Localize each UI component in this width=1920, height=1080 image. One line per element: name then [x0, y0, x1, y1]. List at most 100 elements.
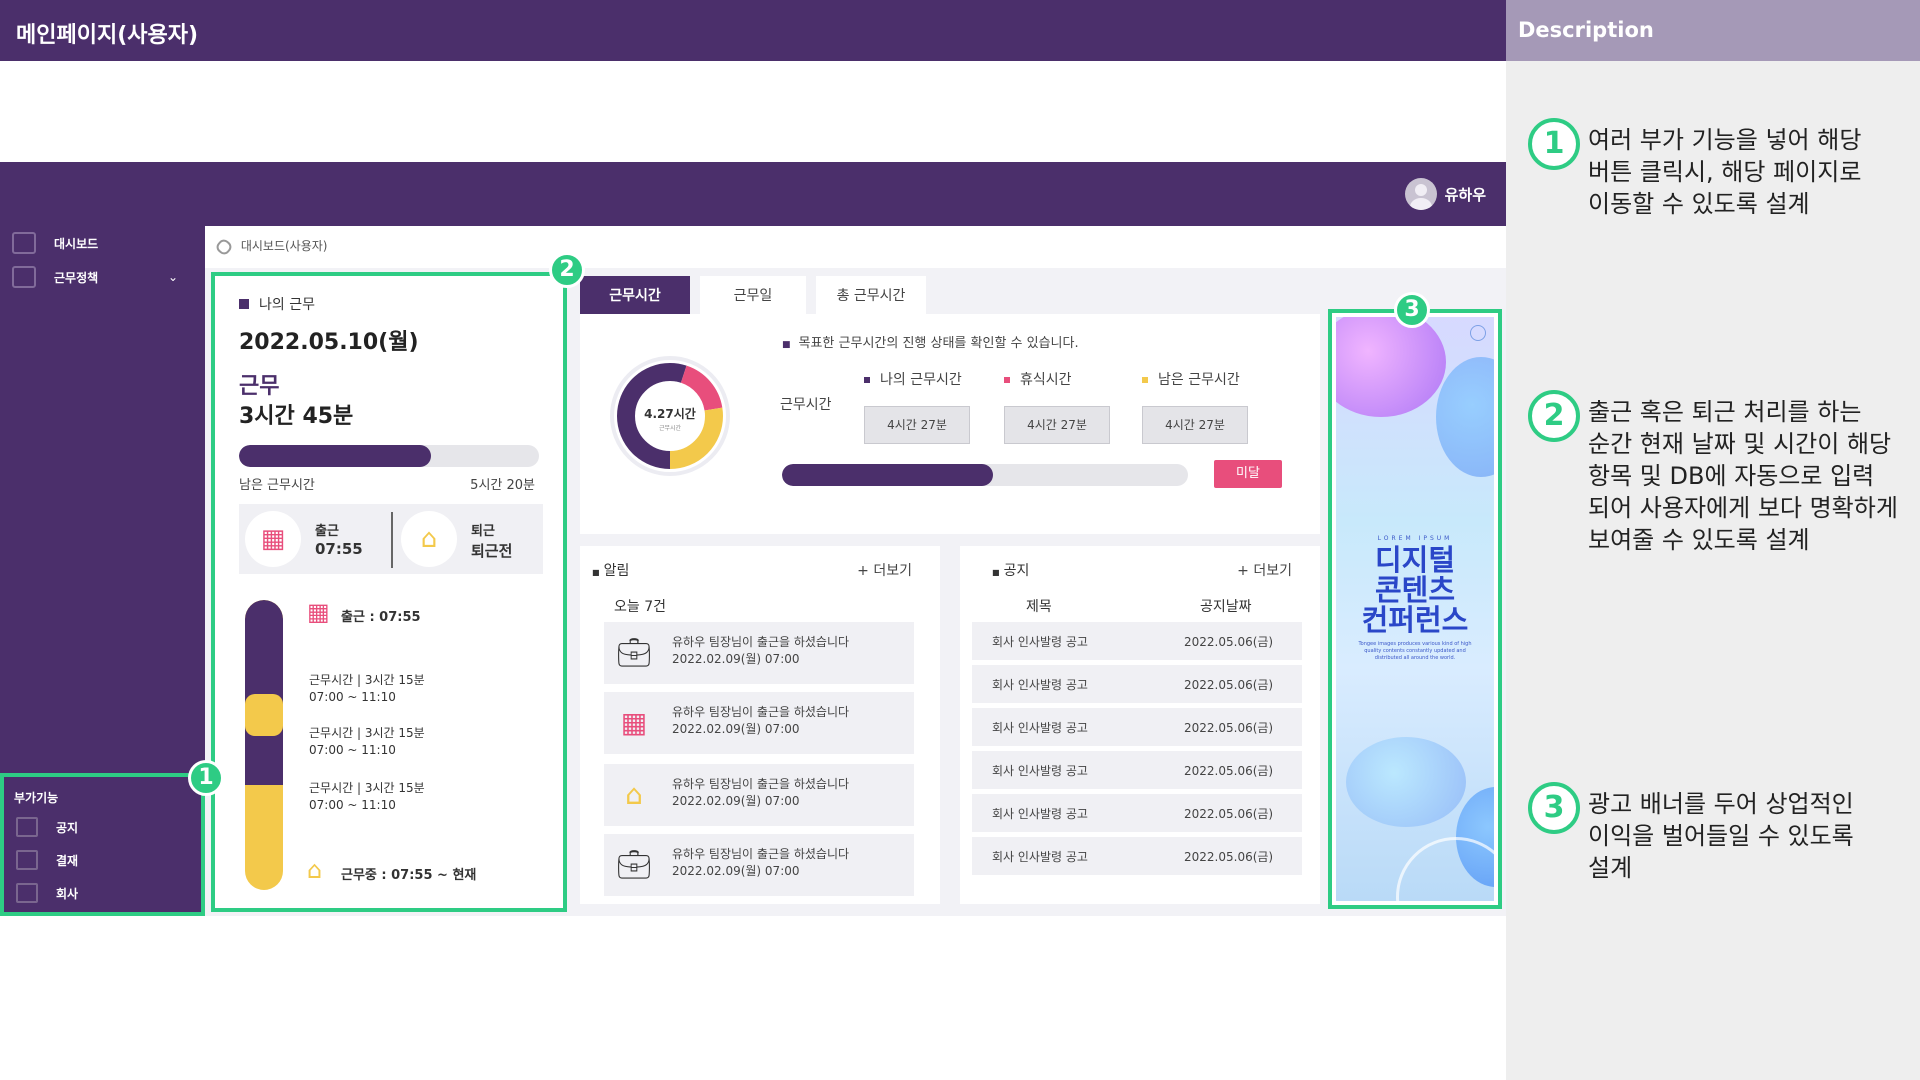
check-in-time: 07:55 — [315, 540, 363, 558]
notice-title: 회사 인사발령 공고 — [992, 764, 1088, 778]
table-row[interactable]: 회사 인사발령 공고 2022.05.06(금) — [972, 622, 1302, 660]
timeline-entry: 근무시간 | 3시간 15분 07:00 ~ 11:10 — [309, 780, 425, 814]
building-icon: ▦ — [307, 598, 330, 626]
check-in-label: 출근 — [315, 524, 339, 539]
building-icon: ▦ — [620, 706, 648, 739]
user-menu[interactable]: 유하우 — [1404, 178, 1486, 210]
clip-icon — [12, 232, 36, 254]
timeline-current: 근무중 : 07:55 ~ 현재 — [341, 868, 477, 883]
my-work-status: 근무 — [239, 374, 280, 399]
notice-title: 회사 인사발령 공고 — [992, 721, 1088, 735]
briefcase-icon: 💼︎ — [616, 848, 652, 881]
notices-more-link[interactable]: + 더보기 — [1237, 560, 1292, 580]
alerts-today-count: 오늘 7건 — [614, 599, 666, 615]
ad-title: 디지털 콘텐츠 컨퍼런스 — [1361, 543, 1469, 637]
my-work-time-value: 4시간 27분 — [864, 406, 970, 444]
slide-header: 메인페이지(사용자) — [0, 0, 1506, 61]
timeline-entry-range: 07:00 ~ 11:10 — [309, 798, 396, 812]
breadcrumb-text: 대시보드(사용자) — [240, 239, 328, 253]
app-topbar: 유하우 — [0, 162, 1506, 226]
donut-label: 근무시간 — [659, 424, 682, 432]
my-work-card: 나의 근무 2022.05.10(월) 근무 3시간 45분 남은 근무시간 5… — [211, 272, 567, 912]
description-text-1: 여러 부가 기능을 넣어 해당 버튼 클릭시, 해당 페이지로 이동할 수 있도… — [1588, 126, 1862, 218]
alerts-title: 알림 — [592, 560, 630, 580]
alert-message: 유하우 팀장님이 출근을 하셨습니다 — [672, 847, 850, 861]
alert-message: 유하우 팀장님이 출근을 하셨습니다 — [672, 705, 850, 719]
timeline-entry-range: 07:00 ~ 11:10 — [309, 743, 396, 757]
ad-banner-image[interactable]: LOREM IPSUM 디지털 콘텐츠 컨퍼런스 Tongee images pro… — [1336, 317, 1494, 901]
notice-date: 2022.05.06(금) — [1184, 807, 1274, 821]
user-name: 유하우 — [1444, 185, 1486, 204]
my-work-label: 나의 근무 — [239, 294, 315, 314]
addon-item-label: 결재 — [56, 853, 79, 868]
addon-item-approval[interactable]: 결재 — [16, 850, 78, 870]
sidebar-item-work-policy[interactable]: 근무정책 — [12, 266, 98, 288]
addon-title: 부가기능 — [14, 791, 59, 805]
notice-date: 2022.05.06(금) — [1184, 721, 1274, 735]
table-row[interactable]: 회사 인사발령 공고 2022.05.06(금) — [972, 751, 1302, 789]
sidebar-item-label: 대시보드 — [54, 236, 99, 251]
list-item[interactable]: 💼︎ 유하우 팀장님이 출근을 하셨습니다 2022.02.09(월) 07:0… — [604, 834, 914, 896]
table-row[interactable]: 회사 인사발령 공고 2022.05.06(금) — [972, 837, 1302, 875]
ad-banner[interactable]: LOREM IPSUM 디지털 콘텐츠 컨퍼런스 Tongee images pro… — [1328, 309, 1502, 909]
check-out-label: 퇴근 — [471, 524, 495, 539]
description-panel: Description 1 여러 부가 기능을 넣어 해당 버튼 클릭시, 해당… — [1506, 0, 1920, 1080]
notice-title: 회사 인사발령 공고 — [992, 807, 1088, 821]
alerts-more-link[interactable]: + 더보기 — [857, 560, 912, 580]
building-icon — [16, 883, 38, 903]
list-item[interactable]: ⌂ 유하우 팀장님이 출근을 하셨습니다 2022.02.09(월) 07:00 — [604, 764, 914, 826]
alert-time: 2022.02.09(월) 07:00 — [672, 794, 800, 808]
addon-item-company[interactable]: 회사 — [16, 883, 78, 903]
briefcase-icon: 💼︎ — [616, 636, 652, 669]
list-item[interactable]: ▦ 유하우 팀장님이 출근을 하셨습니다 2022.02.09(월) 07:00 — [604, 692, 914, 754]
building-icon[interactable]: ▦ — [245, 511, 301, 567]
timeline-entry: 근무시간 | 3시간 15분 07:00 ~ 11:10 — [309, 725, 425, 759]
remain-time-value: 4시간 27분 — [1142, 406, 1248, 444]
house-icon: ⌂ — [307, 856, 323, 884]
chart-icon — [12, 266, 36, 288]
close-icon[interactable] — [1470, 325, 1486, 341]
megaphone-icon — [16, 817, 38, 837]
document-icon — [16, 850, 38, 870]
column-header-date: 공지날짜 — [1200, 599, 1252, 615]
work-time-card: 4.27시간 근무시간 목표한 근무시간의 진행 상태를 확인할 수 있습니다.… — [580, 314, 1320, 534]
alert-text: 유하우 팀장님이 출근을 하셨습니다 2022.02.09(월) 07:00 — [672, 634, 849, 668]
sidebar-item-label: 근무정책 — [54, 270, 99, 285]
notice-title: 회사 인사발령 공고 — [992, 850, 1088, 864]
notice-title: 회사 인사발령 공고 — [992, 635, 1088, 649]
table-row[interactable]: 회사 인사발령 공고 2022.05.06(금) — [972, 665, 1302, 703]
timeline-track — [245, 600, 283, 890]
slide-title: 메인페이지(사용자) — [16, 23, 199, 48]
avatar — [1404, 178, 1437, 210]
column-header-title: 제목 — [1026, 599, 1052, 615]
notice-date: 2022.05.06(금) — [1184, 850, 1274, 864]
alert-time: 2022.02.09(월) 07:00 — [672, 652, 800, 666]
legend-remain: 남은 근무시간 — [1142, 369, 1240, 389]
addon-section: 부가기능 공지 결재 회사 — [0, 773, 205, 916]
house-icon[interactable]: ⌂ — [401, 511, 457, 567]
sidebar: 대시보드 근무정책 ⌄ 부가기능 공지 결재 회사 — [0, 226, 205, 916]
alert-time: 2022.02.09(월) 07:00 — [672, 722, 800, 736]
my-work-progress-fill — [239, 445, 431, 467]
tab-total-work-time[interactable]: 총 근무시간 — [816, 276, 926, 314]
addon-item-notice[interactable]: 공지 — [16, 817, 78, 837]
shortfall-button[interactable]: 미달 — [1214, 460, 1282, 488]
remain-value: 5시간 20분 — [470, 478, 535, 493]
work-time-tabs: 근무시간 근무일 총 근무시간 — [580, 276, 936, 314]
timeline-start: 출근 : 07:55 — [341, 610, 421, 625]
remain-label: 남은 근무시간 — [239, 478, 315, 493]
table-row[interactable]: 회사 인사발령 공고 2022.05.06(금) — [972, 794, 1302, 832]
sidebar-item-dashboard[interactable]: 대시보드 — [12, 232, 98, 254]
divider — [391, 512, 393, 568]
tab-work-time[interactable]: 근무시간 — [580, 276, 690, 314]
check-out-status: 퇴근전 — [471, 542, 513, 560]
addon-item-label: 회사 — [56, 886, 79, 901]
timeline-segment-work — [245, 600, 283, 785]
list-item[interactable]: 💼︎ 유하우 팀장님이 출근을 하셨습니다 2022.02.09(월) 07:0… — [604, 622, 914, 684]
notice-date: 2022.05.06(금) — [1184, 764, 1274, 778]
table-row[interactable]: 회사 인사발령 공고 2022.05.06(금) — [972, 708, 1302, 746]
chevron-down-icon[interactable]: ⌄ — [168, 270, 178, 284]
tab-work-days[interactable]: 근무일 — [700, 276, 806, 314]
notice-date: 2022.05.06(금) — [1184, 635, 1274, 649]
notices-card: 공지 + 더보기 제목 공지날짜 회사 인사발령 공고 2022.05.06(금… — [960, 546, 1320, 904]
